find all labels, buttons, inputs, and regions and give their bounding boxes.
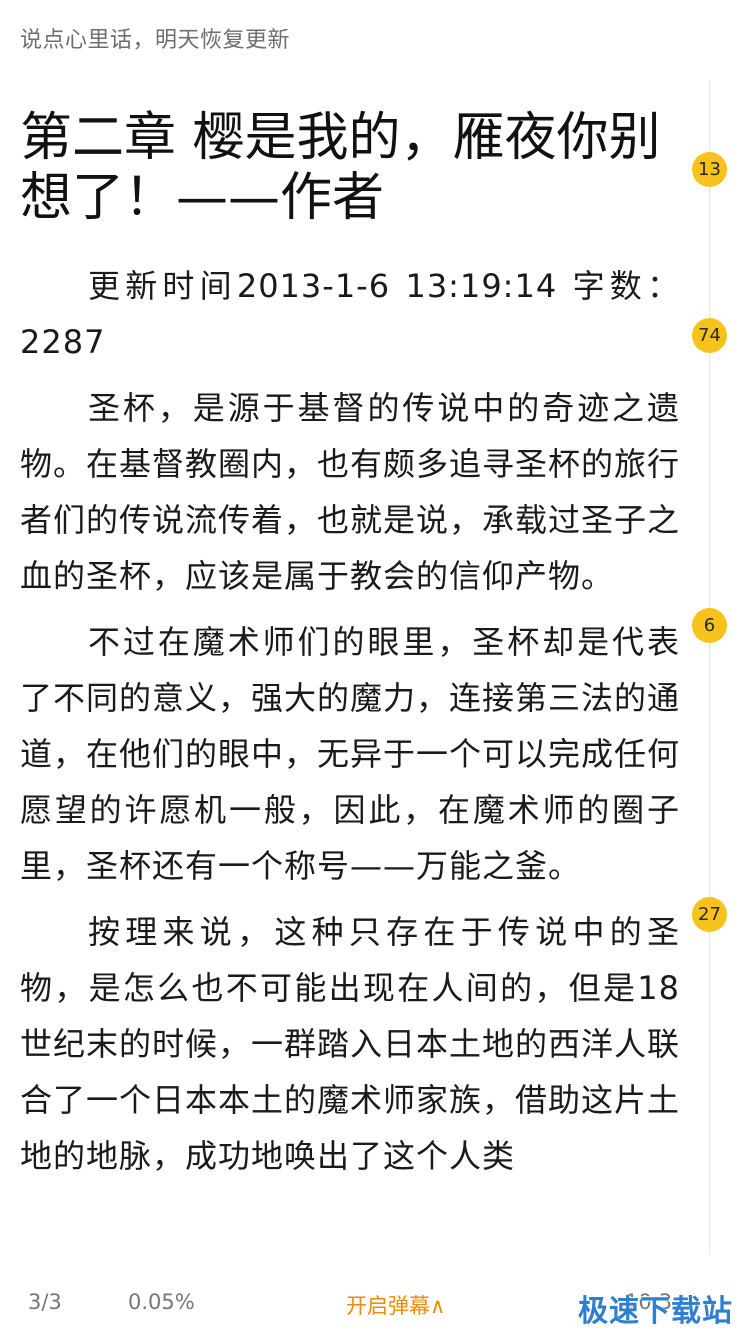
comment-bubble-paragraph-2[interactable]: 27 [692,897,727,932]
paragraph-1: 圣杯，是源于基督的传说中的奇迹之遗物。在基督教圈内，也有颇多追寻圣杯的旅行者们的… [20,389,681,595]
paragraph-3: 按理来说，这种只存在于传说中的圣物，是怎么也不可能出现在人间的，但是18世纪末的… [20,913,681,1175]
comment-bubble-paragraph-1[interactable]: 6 [692,608,727,643]
chapter-meta: 更新时间2013-1-6 13:19:14 字数：2287 [20,267,680,361]
paragraph-2: 不过在魔术师们的眼里，圣杯却是代表了不同的意义，强大的魔力，连接第三法的通道，在… [20,623,681,885]
watermark-logo: 极速下载站 [578,1294,733,1329]
danmaku-toggle-button[interactable]: 开启弹幕∧ [346,1290,445,1320]
chapter-title: 第二章 樱是我的，雁夜你别想了！——作者 [20,108,661,228]
page-indicator: 3/3 [28,1290,62,1314]
comment-bubble-title[interactable]: 13 [692,152,727,187]
reader-content: 第二章 樱是我的，雁夜你别想了！——作者 更新时间2013-1-6 13:19:… [20,108,680,1194]
comment-bubble-meta[interactable]: 74 [692,318,727,353]
reading-progress: 0.05% [128,1290,195,1314]
chapter-note: 说点心里话，明天恢复更新 [20,28,291,53]
comment-rail [709,80,710,1255]
